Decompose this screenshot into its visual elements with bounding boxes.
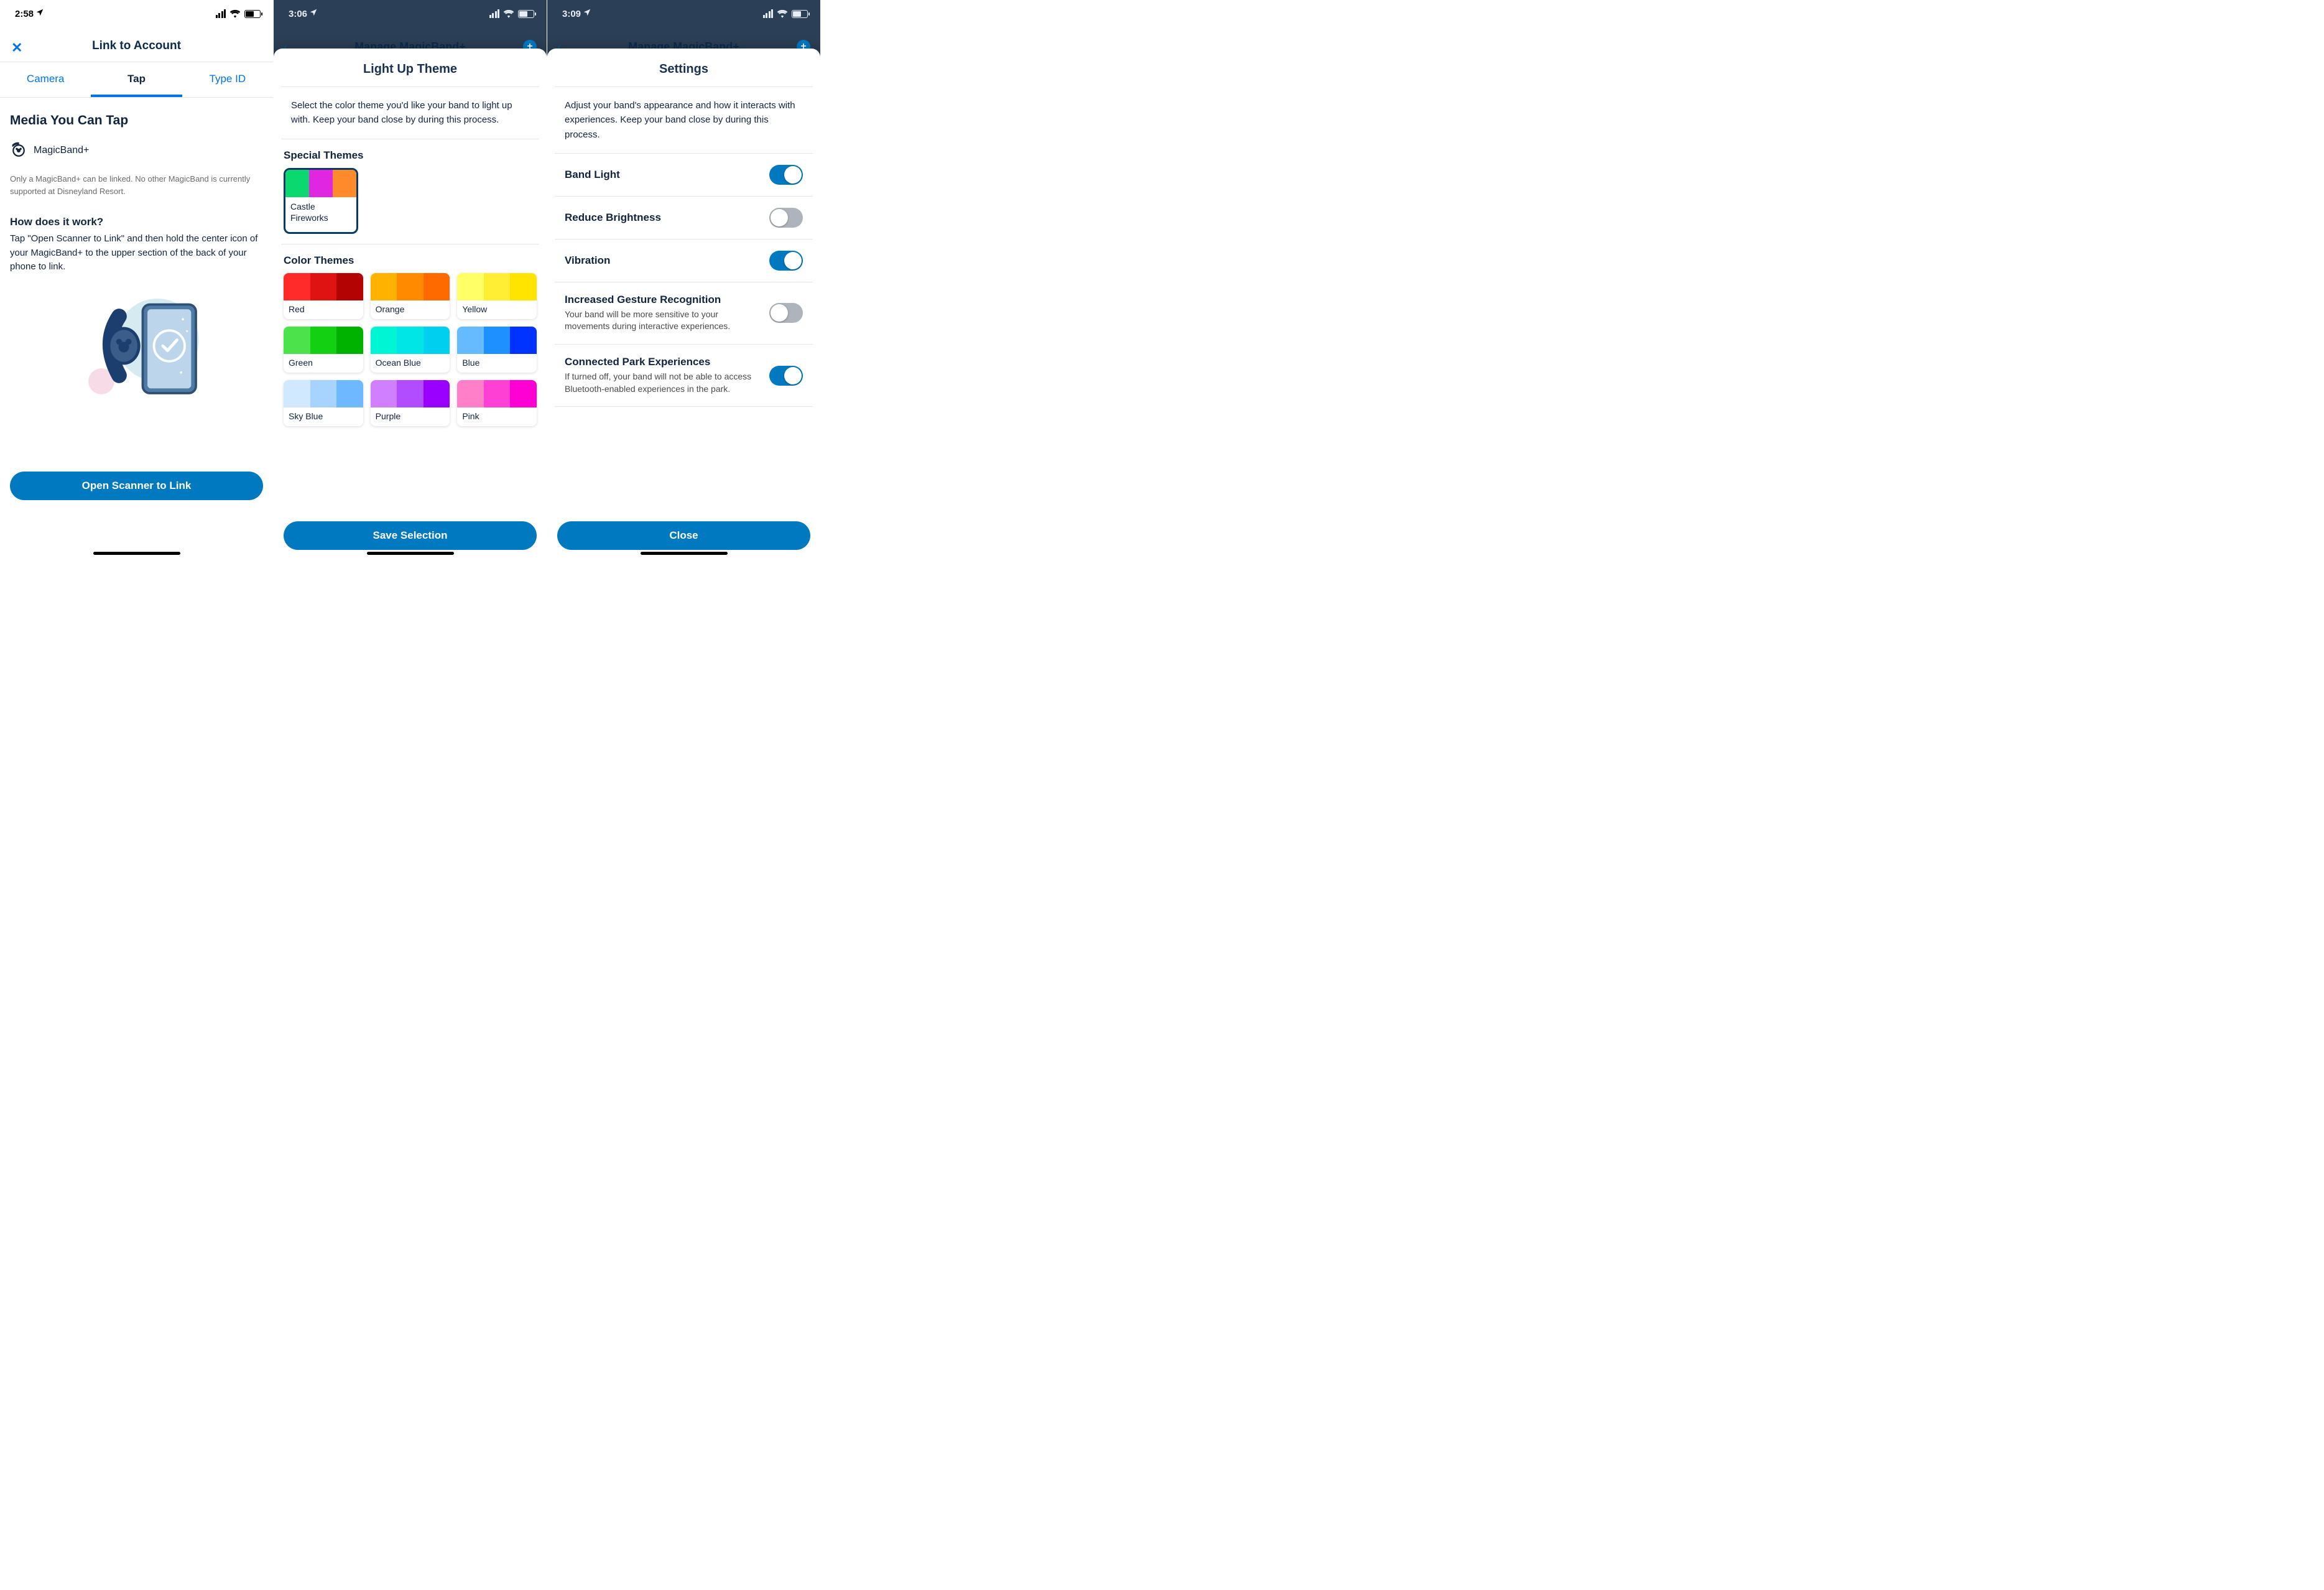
cellular-signal-icon xyxy=(763,9,774,18)
setting-band-light: Band Light xyxy=(555,154,813,197)
swatch xyxy=(371,380,450,407)
setting-description: If turned off, your band will not be abl… xyxy=(565,371,762,395)
battery-icon xyxy=(792,10,808,18)
swatch xyxy=(371,273,450,300)
setting-title: Band Light xyxy=(565,169,762,181)
theme-label: Green xyxy=(284,354,363,373)
swatch xyxy=(457,327,537,354)
status-time: 3:09 xyxy=(562,9,581,19)
theme-green[interactable]: Green xyxy=(284,327,363,373)
swatch xyxy=(284,273,363,300)
pairing-illustration xyxy=(65,287,208,405)
status-time: 3:06 xyxy=(289,9,307,19)
location-arrow-icon xyxy=(35,8,44,19)
setting-connected-park-experiences: Connected Park Experiences If turned off,… xyxy=(555,345,813,407)
magicband-icon xyxy=(10,142,27,159)
theme-label: Yellow xyxy=(457,300,537,319)
theme-grid: Red Orange Yellow Green Ocean Blue Blue Sky Bl… xyxy=(274,273,547,426)
theme-orange[interactable]: Orange xyxy=(371,273,450,319)
theme-red[interactable]: Red xyxy=(284,273,363,319)
setting-title: Reduce Brightness xyxy=(565,212,762,224)
theme-sheet: Light Up Theme Select the color theme yo… xyxy=(274,49,547,560)
battery-icon xyxy=(518,10,534,18)
sheet-intro: Select the color theme you'd like your b… xyxy=(281,87,539,139)
setting-increased-gesture-recognition: Increased Gesture Recognition Your band w… xyxy=(555,282,813,345)
theme-label: Blue xyxy=(457,354,537,373)
wifi-icon xyxy=(503,9,514,18)
wifi-icon xyxy=(777,9,788,18)
toggle[interactable] xyxy=(769,303,803,323)
battery-icon xyxy=(244,10,261,18)
sheet-title: Settings xyxy=(555,49,813,87)
sheet-intro: Adjust your band's appearance and how it… xyxy=(555,87,813,154)
how-description: Tap "Open Scanner to Link" and then hold… xyxy=(10,232,263,274)
settings-sheet: Settings Adjust your band's appearance a… xyxy=(547,49,820,560)
page-title: Link to Account xyxy=(92,39,181,52)
tab-camera[interactable]: Camera xyxy=(0,63,91,97)
special-themes-heading: Special Themes xyxy=(284,149,537,162)
location-arrow-icon xyxy=(583,8,591,19)
swatch xyxy=(284,380,363,407)
screen-link-to-account: 2:58 ✕ Link to Account Camera Tap Type I… xyxy=(0,0,274,560)
screen-light-up-theme: 3:06 ‹ Manage MagicBand+ + Light Up Them… xyxy=(274,0,547,560)
theme-label: Orange xyxy=(371,300,450,319)
theme-sky-blue[interactable]: Sky Blue xyxy=(284,380,363,426)
swatch xyxy=(284,327,363,354)
close-button[interactable]: Close xyxy=(557,521,810,550)
open-scanner-button[interactable]: Open Scanner to Link xyxy=(10,472,263,500)
how-heading: How does it work? xyxy=(10,216,263,228)
setting-title: Vibration xyxy=(565,254,762,267)
status-bar: 2:58 xyxy=(0,0,273,27)
setting-title: Increased Gesture Recognition xyxy=(565,294,762,306)
theme-label: Red xyxy=(284,300,363,319)
theme-label: Pink xyxy=(457,407,537,426)
setting-reduce-brightness: Reduce Brightness xyxy=(555,197,813,239)
swatch xyxy=(457,273,537,300)
theme-ocean-blue[interactable]: Ocean Blue xyxy=(371,327,450,373)
tab-tap[interactable]: Tap xyxy=(91,63,182,97)
location-arrow-icon xyxy=(309,8,318,19)
theme-label: Ocean Blue xyxy=(371,354,450,373)
hint-text: Only a MagicBand+ can be linked. No othe… xyxy=(10,173,263,197)
status-bar: 3:09 xyxy=(547,0,820,27)
setting-title: Connected Park Experiences xyxy=(565,356,762,368)
theme-blue[interactable]: Blue xyxy=(457,327,537,373)
tab-bar: Camera Tap Type ID xyxy=(0,63,273,98)
color-themes-heading: Color Themes xyxy=(284,254,537,267)
theme-yellow[interactable]: Yellow xyxy=(457,273,537,319)
media-label: MagicBand+ xyxy=(34,145,89,156)
screen-settings: 3:09 ‹ Manage MagicBand+ + Settings Adju… xyxy=(547,0,821,560)
home-indicator[interactable] xyxy=(641,552,728,555)
theme-castle-fireworks[interactable]: Castle Fireworks xyxy=(284,168,358,234)
setting-description: Your band will be more sensitive to your… xyxy=(565,309,762,333)
cellular-signal-icon xyxy=(489,9,500,18)
home-indicator[interactable] xyxy=(93,552,180,555)
swatch xyxy=(285,170,356,197)
media-row: MagicBand+ xyxy=(10,142,263,159)
section-heading: Media You Can Tap xyxy=(10,113,263,128)
swatch xyxy=(457,380,537,407)
toggle[interactable] xyxy=(769,208,803,228)
theme-label: Sky Blue xyxy=(284,407,363,426)
theme-label: Castle Fireworks xyxy=(285,197,356,232)
tab-type-id[interactable]: Type ID xyxy=(182,63,273,97)
cellular-signal-icon xyxy=(216,9,226,18)
swatch xyxy=(371,327,450,354)
close-icon[interactable]: ✕ xyxy=(11,40,22,56)
toggle[interactable] xyxy=(769,366,803,386)
save-selection-button[interactable]: Save Selection xyxy=(284,521,537,550)
theme-pink[interactable]: Pink xyxy=(457,380,537,426)
status-time: 2:58 xyxy=(15,9,34,19)
theme-label: Purple xyxy=(371,407,450,426)
wifi-icon xyxy=(229,9,241,18)
sheet-title: Light Up Theme xyxy=(281,49,539,87)
setting-vibration: Vibration xyxy=(555,239,813,282)
toggle[interactable] xyxy=(769,251,803,271)
status-bar: 3:06 xyxy=(274,0,547,27)
toggle[interactable] xyxy=(769,165,803,185)
nav-bar: ✕ Link to Account xyxy=(0,34,273,62)
home-indicator[interactable] xyxy=(367,552,454,555)
theme-purple[interactable]: Purple xyxy=(371,380,450,426)
